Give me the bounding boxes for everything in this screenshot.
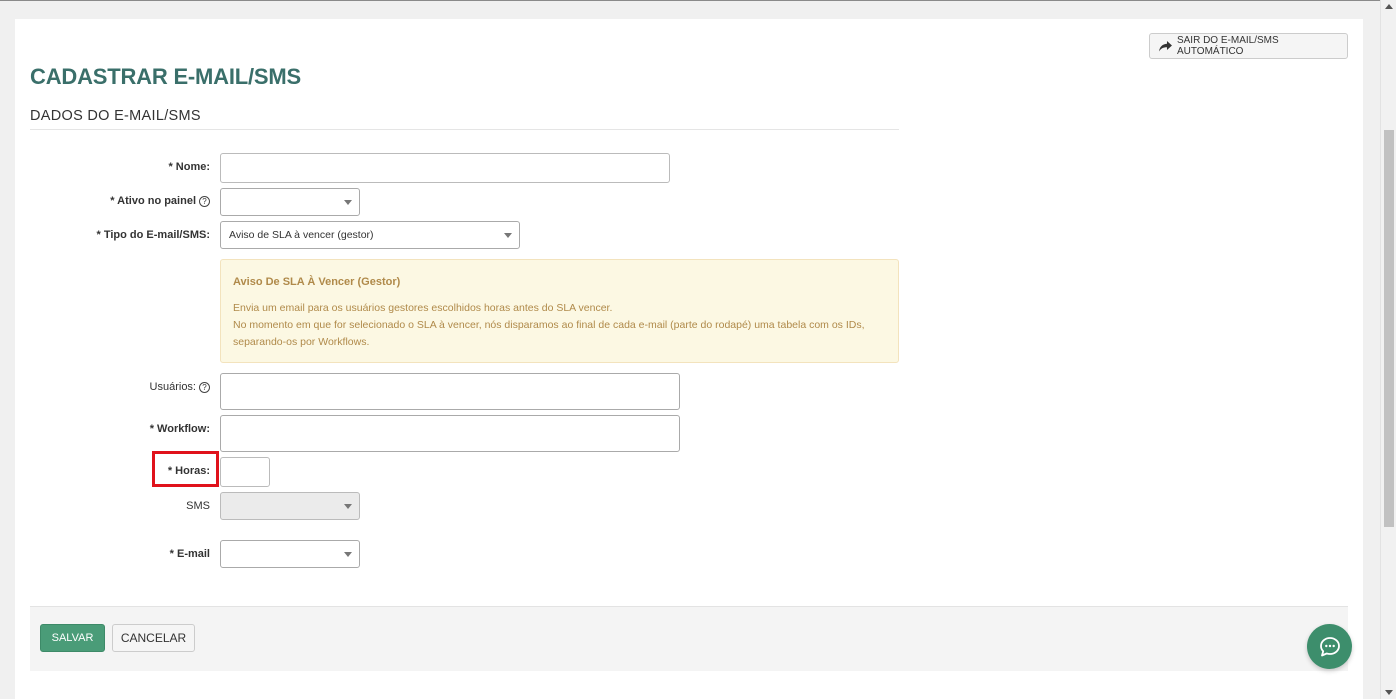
- workflow-label: * Workflow:: [149, 423, 210, 435]
- nome-label: * Nome:: [168, 161, 210, 173]
- horas-input[interactable]: [220, 457, 270, 487]
- exit-automatic-email-button[interactable]: SAIR DO E-MAIL/SMS AUTOMÁTICO: [1149, 33, 1348, 59]
- nome-input[interactable]: [220, 153, 670, 183]
- horas-highlight-box: [152, 451, 219, 487]
- window-top-border: [0, 0, 1396, 1]
- chat-button[interactable]: [1307, 624, 1352, 669]
- alert-title: Aviso De SLA À Vencer (Gestor): [233, 276, 401, 288]
- scrollbar-thumb[interactable]: [1384, 130, 1394, 527]
- vertical-scrollbar[interactable]: [1380, 0, 1396, 699]
- chevron-down-icon: [504, 233, 512, 238]
- scroll-down-icon[interactable]: [1385, 690, 1393, 695]
- email-label: * E-mail: [169, 548, 210, 560]
- form-footer: [30, 606, 1348, 671]
- question-circle-icon[interactable]: ?: [199, 195, 210, 207]
- chevron-down-icon: [344, 504, 352, 509]
- sla-info-alert: Aviso De SLA À Vencer (Gestor) Envia um …: [220, 259, 899, 363]
- section-title: DADOS DO E-MAIL/SMS: [30, 108, 201, 124]
- alert-line-1: Envia um email para os usuários gestores…: [233, 302, 613, 314]
- usuarios-label: Usuários: ?: [150, 381, 210, 393]
- workflow-multiselect[interactable]: [220, 415, 680, 452]
- chevron-down-icon: [344, 552, 352, 557]
- sms-select[interactable]: [220, 492, 360, 520]
- chat-bubble-icon: [1319, 636, 1340, 656]
- tipo-select[interactable]: Aviso de SLA à vencer (gestor): [220, 221, 520, 249]
- tipo-select-value: Aviso de SLA à vencer (gestor): [229, 229, 374, 241]
- email-select[interactable]: [220, 540, 360, 568]
- sms-label: SMS: [186, 500, 210, 512]
- ativo-label: * Ativo no painel ?: [110, 195, 210, 207]
- chevron-down-icon: [344, 200, 352, 205]
- section-divider: [30, 129, 899, 130]
- question-circle-icon[interactable]: ?: [199, 381, 210, 393]
- page-title: CADASTRAR E-MAIL/SMS: [30, 64, 301, 89]
- cancel-button[interactable]: CANCELAR: [112, 624, 195, 652]
- usuarios-multiselect[interactable]: [220, 373, 680, 410]
- exit-button-label: SAIR DO E-MAIL/SMS AUTOMÁTICO: [1176, 35, 1279, 57]
- ativo-select[interactable]: [220, 188, 360, 216]
- scroll-up-icon[interactable]: [1385, 4, 1393, 9]
- save-button[interactable]: SALVAR: [40, 624, 105, 652]
- tipo-label: * Tipo do E-mail/SMS:: [96, 229, 210, 241]
- share-arrow-icon: [1159, 40, 1172, 51]
- alert-line-2: No momento em que for selecionado o SLA …: [233, 319, 865, 348]
